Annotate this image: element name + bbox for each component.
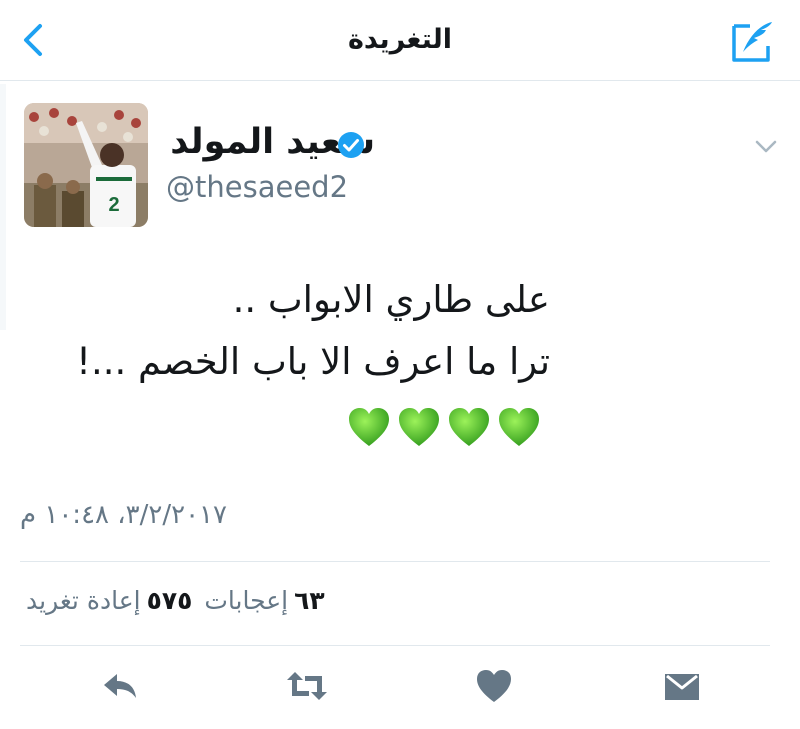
chevron-down-icon bbox=[755, 140, 777, 153]
compose-tweet-button[interactable] bbox=[728, 16, 778, 66]
compose-tweet-icon bbox=[732, 22, 772, 62]
divider bbox=[20, 645, 770, 646]
retweets-stat[interactable]: ٥٧٥ إعادة تغريد bbox=[26, 586, 192, 615]
tweet-stats: ٦٣ إعجابات ٥٧٥ إعادة تغريد bbox=[26, 586, 325, 615]
svg-text:2: 2 bbox=[108, 194, 119, 216]
retweets-label: إعادة تغريد bbox=[26, 586, 141, 615]
green-heart-icon bbox=[399, 408, 439, 446]
retweet-button[interactable] bbox=[285, 666, 329, 706]
like-icon bbox=[477, 670, 511, 702]
likes-label: إعجابات bbox=[204, 586, 289, 615]
green-heart-icon bbox=[499, 408, 539, 446]
navigation-bar: التغريدة bbox=[0, 0, 800, 81]
tweet-text-line-1: على طاري الابواب .. bbox=[232, 278, 550, 321]
reply-button[interactable] bbox=[100, 666, 140, 706]
green-heart-icon bbox=[349, 408, 389, 446]
scroll-indicator bbox=[0, 84, 6, 330]
direct-message-button[interactable] bbox=[662, 666, 702, 706]
likes-count: ٦٣ bbox=[294, 586, 325, 615]
tweet-options-button[interactable] bbox=[752, 132, 780, 160]
emoji-row bbox=[346, 404, 546, 456]
author-handle[interactable]: @thesaeed2 bbox=[166, 170, 348, 204]
tweet-text-line-2: ترا ما اعرف الا باب الخصم ...! bbox=[76, 340, 550, 383]
avatar-photo: 2 bbox=[24, 103, 148, 227]
divider bbox=[20, 561, 770, 562]
retweets-count: ٥٧٥ bbox=[146, 586, 193, 615]
verified-badge-icon bbox=[338, 132, 364, 158]
reply-icon bbox=[104, 674, 136, 698]
avatar[interactable]: 2 bbox=[24, 103, 148, 227]
direct-message-icon bbox=[665, 674, 699, 700]
retweet-icon bbox=[287, 672, 327, 700]
green-heart-icon bbox=[449, 408, 489, 446]
tweet-timestamp: ٣/٢/٢٠١٧، ١٠:٤٨ م bbox=[20, 500, 227, 530]
page-title: التغريدة bbox=[347, 24, 453, 55]
like-button[interactable] bbox=[474, 666, 514, 706]
likes-stat[interactable]: ٦٣ إعجابات bbox=[204, 586, 324, 615]
